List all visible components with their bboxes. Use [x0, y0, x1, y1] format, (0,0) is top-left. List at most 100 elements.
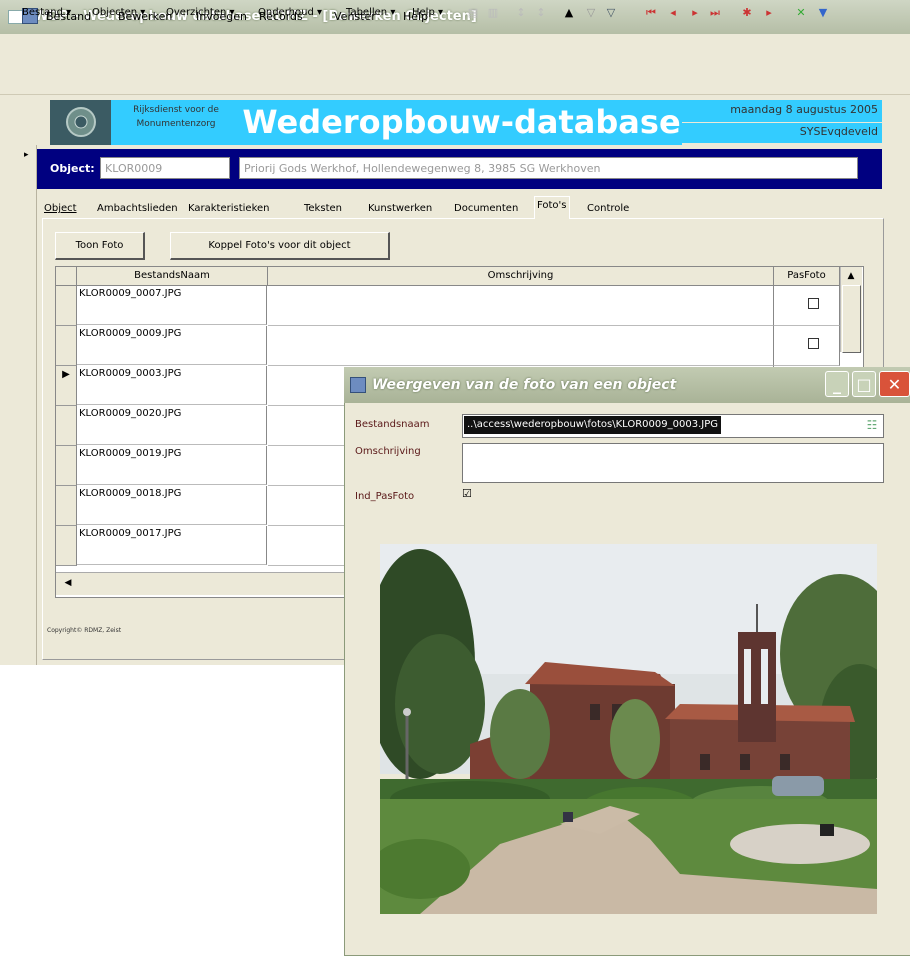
- object-code-field[interactable]: KLOR0009: [100, 157, 230, 179]
- pasfoto-label: Ind_PasFoto: [355, 491, 415, 502]
- current-user: SYSEvqdeveld: [682, 123, 882, 143]
- browse-icon[interactable]: ☷: [864, 417, 880, 433]
- tab-documenten[interactable]: Documenten: [452, 200, 520, 218]
- excel-export-icon[interactable]: ✕: [794, 6, 808, 20]
- apply-filter-icon[interactable]: ▽: [604, 6, 618, 20]
- table-row-filename[interactable]: KLOR0009_0019.JPG: [77, 446, 267, 485]
- toolbar-overzichten-menu[interactable]: Overzichten ▾: [166, 7, 235, 18]
- new-record-icon[interactable]: ✱: [740, 6, 754, 20]
- table-row-pasfoto-cell[interactable]: [774, 326, 840, 366]
- toolbar-bestand-menu[interactable]: Bestand ▾: [22, 7, 71, 18]
- tab-fotos[interactable]: Foto's: [534, 196, 570, 219]
- next-record-icon[interactable]: ▸: [688, 6, 702, 20]
- bestandsnaam-value[interactable]: ..\access\wederopbouw\fotos\KLOR0009_000…: [464, 416, 721, 434]
- pasfoto-checkbox[interactable]: [808, 298, 819, 309]
- table-row-filename[interactable]: KLOR0009_0007.JPG: [77, 286, 267, 325]
- scroll-left-arrow-icon[interactable]: ◀: [60, 576, 76, 590]
- table-row-filename[interactable]: KLOR0009_0003.JPG: [77, 366, 267, 405]
- report-icon[interactable]: ▼: [816, 6, 830, 20]
- column-header-bestandsnaam[interactable]: BestandsNaam: [77, 267, 268, 286]
- close-icon: ✕: [887, 375, 902, 394]
- tab-ambachtslieden[interactable]: Ambachtslieden: [95, 200, 180, 218]
- toolbar-bestand-label: Bestand: [22, 7, 63, 18]
- row-selector[interactable]: [56, 406, 77, 446]
- toolbar: [0, 66, 910, 95]
- close-button[interactable]: ✕: [879, 371, 910, 397]
- column-header-omschrijving[interactable]: Omschrijving: [268, 267, 774, 286]
- copy-icon[interactable]: ▤: [466, 6, 480, 20]
- church-photo-image: [380, 544, 877, 914]
- table-row-filename[interactable]: KLOR0009_0009.JPG: [77, 326, 267, 365]
- first-record-icon[interactable]: ⏮: [644, 6, 658, 20]
- row-selector[interactable]: [56, 526, 77, 566]
- current-row-pointer-icon: ▶: [62, 369, 70, 380]
- object-description-field[interactable]: Priorij Gods Werkhof, Hollendewegenweg 8…: [239, 157, 858, 179]
- omschrijving-field[interactable]: [462, 443, 884, 483]
- koppel-fotos-button[interactable]: Koppel Foto's voor dit object: [170, 232, 390, 260]
- grid-corner: [56, 267, 77, 286]
- organization-box: Rijksdienst voor de Monumentenzorg: [111, 100, 241, 145]
- bestandsnaam-label: Bestandsnaam: [355, 419, 430, 430]
- omschrijving-label: Omschrijving: [355, 446, 421, 457]
- toon-foto-button[interactable]: Toon Foto: [55, 232, 145, 260]
- toolbar-onderhoud-menu[interactable]: Onderhoud ▾: [258, 7, 322, 18]
- maximize-button[interactable]: □: [852, 371, 876, 397]
- table-row-filename[interactable]: KLOR0009_0017.JPG: [77, 526, 267, 565]
- scroll-thumb[interactable]: [842, 285, 861, 353]
- tab-teksten[interactable]: Teksten: [302, 200, 344, 218]
- object-label: Object:: [50, 162, 95, 175]
- tab-kunstwerken[interactable]: Kunstwerken: [366, 200, 434, 218]
- horizontal-scrollbar[interactable]: [56, 572, 346, 595]
- toolbar-overzichten-label: Overzichten: [166, 7, 227, 18]
- minimize-button[interactable]: _: [825, 371, 849, 397]
- toolbar-objecten-menu[interactable]: Objecten ▾: [92, 7, 145, 18]
- find-icon[interactable]: ▲: [562, 6, 576, 20]
- tab-karakteristieken-label: Karakteristieken: [188, 203, 270, 214]
- row-selector[interactable]: [56, 286, 77, 326]
- organization-line-1: Rijksdienst voor de: [133, 105, 219, 115]
- toolbar-help-label: Help: [412, 7, 435, 18]
- form-icon: [350, 377, 366, 393]
- table-row-description[interactable]: [268, 286, 774, 326]
- filter-icon[interactable]: ▽: [584, 6, 598, 20]
- record-selector-strip[interactable]: [0, 145, 37, 665]
- tab-object-label: Object: [44, 203, 77, 214]
- dialog-title: Weergeven van de foto van een object: [372, 377, 677, 393]
- database-title: Wederopbouw-database: [241, 100, 682, 145]
- toolbar-tabellen-label: Tabellen: [346, 7, 388, 18]
- table-row-filename[interactable]: KLOR0009_0020.JPG: [77, 406, 267, 445]
- current-row-selector[interactable]: ▶: [56, 366, 77, 406]
- pasfoto-checkbox[interactable]: [808, 338, 819, 349]
- previous-record-icon[interactable]: ◂: [666, 6, 680, 20]
- tab-kunstwerken-label: Kunstwerken: [368, 203, 433, 214]
- current-date: maandag 8 augustus 2005: [682, 100, 882, 122]
- delete-record-icon[interactable]: ▸: [762, 6, 776, 20]
- sort-ascending-icon[interactable]: ↕: [514, 6, 528, 20]
- record-pointer-icon: ▸: [24, 150, 29, 160]
- row-selector[interactable]: [56, 486, 77, 526]
- toolbar-tabellen-menu[interactable]: Tabellen ▾: [346, 7, 395, 18]
- last-record-icon[interactable]: ⏭: [708, 6, 722, 20]
- tab-karakteristieken[interactable]: Karakteristieken: [186, 200, 272, 218]
- tab-controle-label: Controle: [587, 203, 630, 214]
- sort-descending-icon[interactable]: ↕: [534, 6, 548, 20]
- paste-icon[interactable]: ▥: [486, 6, 500, 20]
- pasfoto-checkbox[interactable]: ☑: [462, 487, 472, 500]
- toolbar-onderhoud-label: Onderhoud: [258, 7, 314, 18]
- table-row-description[interactable]: [268, 326, 774, 366]
- tab-controle[interactable]: Controle: [585, 200, 631, 218]
- row-selector[interactable]: [56, 326, 77, 366]
- scroll-up-arrow-icon[interactable]: ▲: [842, 268, 860, 284]
- copyright-text: Copyright© RDMZ, Zeist: [47, 627, 122, 634]
- column-header-pasfoto[interactable]: PasFoto: [774, 267, 840, 286]
- table-row-pasfoto-cell[interactable]: [774, 286, 840, 326]
- organization-line-2: Monumentenzorg: [136, 119, 216, 129]
- tab-object[interactable]: Object: [42, 200, 79, 218]
- row-selector[interactable]: [56, 446, 77, 486]
- object-photo: [380, 544, 877, 914]
- logo-emblem-icon: [66, 107, 96, 137]
- rdmz-logo: [50, 100, 112, 145]
- tab-ambachtslieden-label: Ambachtslieden: [97, 203, 178, 214]
- table-row-filename[interactable]: KLOR0009_0018.JPG: [77, 486, 267, 525]
- toolbar-help-menu[interactable]: Help ▾: [412, 7, 443, 18]
